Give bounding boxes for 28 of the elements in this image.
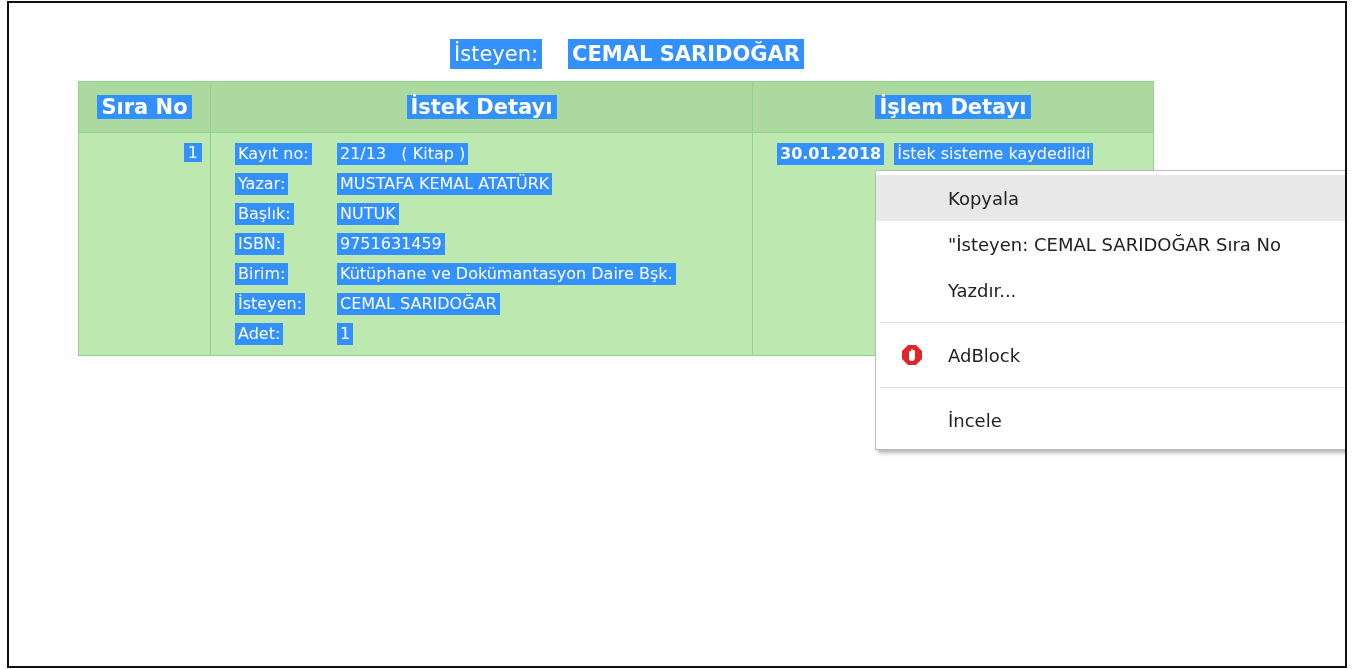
detail-value: CEMAL SARIDOĞAR xyxy=(337,293,500,315)
menu-item[interactable]: İncele xyxy=(876,397,1345,443)
detail-label: Adet: xyxy=(235,323,284,345)
detail-value: MUSTAFA KEMAL ATATÜRK xyxy=(337,173,553,195)
detail-value: NUTUK xyxy=(337,203,399,225)
menu-item[interactable]: "İsteyen: CEMAL SARIDOĞAR Sıra No xyxy=(876,221,1345,267)
menu-item[interactable]: Kopyala xyxy=(876,175,1345,221)
column-header: İstek Detayı xyxy=(406,95,557,119)
column-header: Sıra No xyxy=(97,95,192,119)
detail-value: 9751631459 xyxy=(337,233,445,255)
detail-label: İsteyen: xyxy=(235,293,305,315)
requester-label: İsteyen: xyxy=(450,39,543,69)
column-header: İşlem Detayı xyxy=(875,95,1031,119)
menu-item[interactable]: AdBlock xyxy=(876,332,1345,378)
detail-label: Başlık: xyxy=(235,203,294,225)
process-date: 30.01.2018 xyxy=(777,143,885,165)
detail-label: Kayıt no: xyxy=(235,143,312,165)
detail-value: Kütüphane ve Dokümantasyon Daire Bşk. xyxy=(337,263,676,285)
row-number: 1 xyxy=(183,143,202,162)
detail-label: Yazar: xyxy=(235,173,289,195)
detail-value: 21/13 ( Kitap ) xyxy=(337,143,469,165)
detail-value: 1 xyxy=(337,323,354,345)
process-note: İstek sisteme kaydedildi xyxy=(894,143,1094,165)
detail-label: Birim: xyxy=(235,263,289,285)
menu-item[interactable]: Yazdır... xyxy=(876,267,1345,313)
detail-label: ISBN: xyxy=(235,233,285,255)
requester-name: CEMAL SARIDOĞAR xyxy=(568,39,804,69)
stop-hand-icon xyxy=(901,344,923,366)
